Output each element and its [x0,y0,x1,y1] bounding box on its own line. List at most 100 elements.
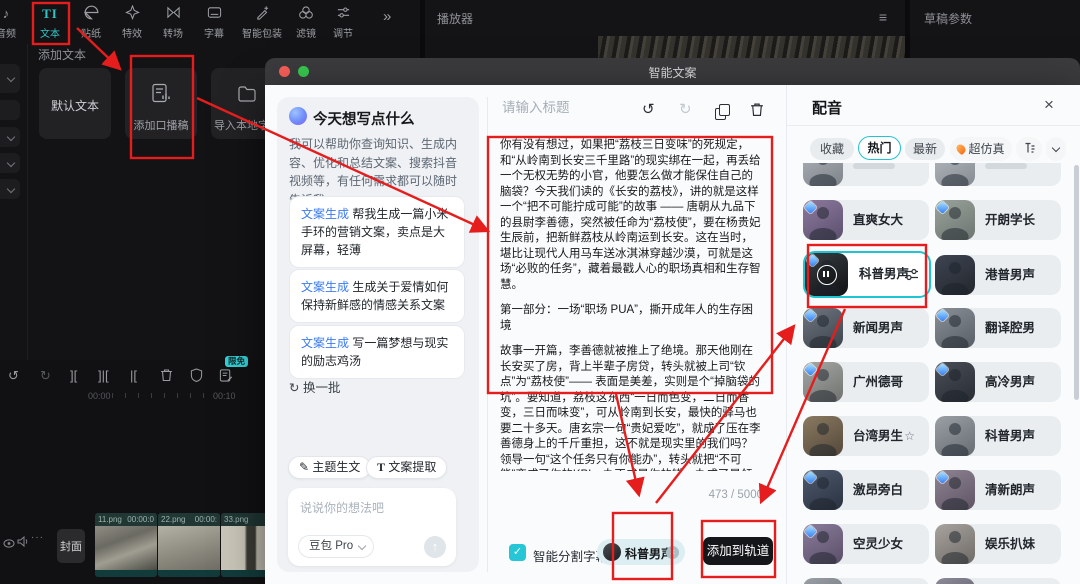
topic-to-text-chip[interactable]: ✎ 主题生文 [288,456,371,479]
pen-icon: ✎ [299,460,309,474]
tab-transitions[interactable]: 转场 [151,5,195,40]
app-window: ♪ 音频 TI 文本 贴纸 特效 转场 字幕 智能包装 滤镜 [0,0,1080,584]
collapsed-list-item[interactable] [0,127,20,147]
split-icon[interactable]: ][ [70,368,77,383]
clip-duration: 00:00: [195,513,217,526]
redo-icon[interactable]: ↻ [679,102,692,117]
idea-input[interactable]: 说说你的想法吧 [300,499,384,516]
voice-card[interactable]: 港普男声 [935,255,1061,295]
filter-favorites[interactable]: 收藏 [810,138,854,160]
redo-icon[interactable]: ↻ [40,368,51,383]
suggestion-card[interactable]: 文案生成 生成关于爱情如何保持新鲜感的情感关系文案 [289,269,465,323]
char-count: 473 / 5000 [500,489,763,501]
voice-card[interactable]: 高冷男声 [935,362,1061,402]
voice-card[interactable]: 直爽女大 [803,200,929,240]
dubbing-title: 配音 [812,97,842,118]
voice-card[interactable]: 空灵少女 [803,524,929,564]
voice-tune-icon[interactable] [904,268,919,286]
selected-voice-pill[interactable]: 科普男声 × [597,539,685,565]
suggestion-card[interactable]: 文案生成 帮我生成一篇小米手环的营销文案，卖点是大屏幕，轻薄 [289,196,465,268]
ruler-ticks [112,393,210,398]
collapsed-list-item[interactable] [0,64,20,93]
model-selector[interactable]: 豆包 Pro [298,535,374,558]
tab-smart-pack[interactable]: 智能包装 [240,5,284,40]
tab-captions[interactable]: 字幕 [192,5,236,40]
player-title: 播放器 [437,10,473,27]
mask-shield-icon[interactable] [190,368,203,385]
star-icon[interactable]: ☆ [904,429,915,443]
refresh-suggestions[interactable]: ↻ 换一批 [289,377,340,396]
toolbar-more-icon[interactable]: » [383,8,391,25]
track-more-icon[interactable]: ··· [31,532,44,543]
track-mute-speaker-icon[interactable] [17,534,29,552]
voice-card[interactable]: 翻译腔男 [935,308,1061,348]
remove-voice-icon[interactable]: × [666,546,679,559]
split-left-icon[interactable]: ]|[ [98,368,109,383]
extract-copy-chip[interactable]: T 文案提取 [366,456,447,479]
assistant-title: 今天想写点什么 [313,108,415,129]
assistant-pane: 今天想写点什么 我可以帮助你查询知识、生成内容、优化和总结文案、搜索抖音视频等，… [277,97,479,572]
voice-card-partial[interactable] [803,578,929,584]
tab-audio[interactable]: ♪ 音频 [0,5,28,40]
voice-card-selected[interactable]: 科普男声 [803,251,931,298]
voice-card[interactable]: 开朗学长 [935,200,1061,240]
filter-hot[interactable]: 热门 [858,136,901,160]
voice-card[interactable]: 激昂旁白 [803,470,929,510]
cover-button[interactable]: 封面 [57,529,85,563]
modal-titlebar[interactable]: 智能文案 [265,58,1080,85]
filter-funnel-chip[interactable] [1016,137,1042,161]
caption-icon [192,5,236,23]
suggestion-card[interactable]: 文案生成 写一篇梦想与现实的励志鸡汤 [289,325,465,379]
split-right-icon[interactable]: |[ [130,368,137,383]
collapsed-list-item[interactable] [0,153,20,173]
voice-card[interactable]: 广州德哥 [803,362,929,402]
ruler-time-1: 00:10 [213,391,236,401]
default-text-card[interactable]: 默认文本 [39,68,111,139]
add-to-track-button[interactable]: 添加到轨道 [703,537,773,565]
filter-expand-chip[interactable] [1046,137,1066,161]
delete-icon[interactable] [160,368,173,385]
timeline-clip[interactable]: 11.png00:00:0 [95,513,157,577]
copy-icon[interactable] [715,108,726,120]
smart-split-checkbox[interactable]: ✓ [509,544,526,561]
tab-text[interactable]: TI 文本 [28,5,72,40]
collapsed-list-item[interactable] [0,100,20,120]
voice-card[interactable]: 娱乐扒妹 [935,524,1061,564]
player-menu-icon[interactable]: ≡ [879,9,887,25]
voice-card[interactable]: 科普男声 [935,416,1061,456]
voice-card[interactable]: 台湾男生 ☆ [803,416,929,456]
collapsed-list-item[interactable] [0,179,20,199]
chevron-down-icon [1052,144,1060,152]
extract-t-icon: T [377,460,385,474]
trash-icon[interactable] [750,102,764,120]
timeline-clip[interactable]: 22.png00:00: [158,513,220,577]
title-input[interactable] [500,99,634,116]
voice-card[interactable]: 新闻男声 [803,308,929,348]
send-button[interactable]: ↑ [424,536,446,558]
voice-card-partial[interactable] [935,578,1061,584]
script-text[interactable]: 你有没有想过，如果把“荔枝三日变味”的死规定，和“从岭南到长安三千里路”的现实绑… [500,138,763,471]
tab-sticker[interactable]: 贴纸 [69,5,113,40]
voice-card[interactable]: 清新朗声 [935,470,1061,510]
track-visibility-eye-icon[interactable] [3,535,15,553]
clip-duration: 00:00:0 [127,513,154,526]
filter-hyperreal[interactable]: 超仿真 [950,137,1012,161]
draft-params-title: 草稿参数 [924,10,972,27]
undo-icon[interactable]: ↺ [8,368,19,383]
check-icon: ✓ [513,546,522,558]
funnel-icon [1023,142,1036,157]
add-text-header: 添加文本 [38,46,86,63]
clip-thumbnail [95,526,157,570]
undo-icon[interactable]: ↺ [642,102,655,117]
filter-newest[interactable]: 最新 [905,138,945,160]
flame-icon [955,143,968,156]
voice-avatar [935,416,975,456]
smart-doc-icon[interactable] [219,368,233,385]
scrollbar[interactable] [1074,165,1079,400]
tab-effects[interactable]: 特效 [110,5,154,40]
close-icon[interactable]: × [1044,96,1054,113]
pause-icon[interactable] [817,265,837,285]
tab-adjust[interactable]: 调节 [321,5,365,40]
add-voiceover-script-card[interactable]: 添加口播稿 [125,68,197,139]
voice-avatar [803,416,843,456]
